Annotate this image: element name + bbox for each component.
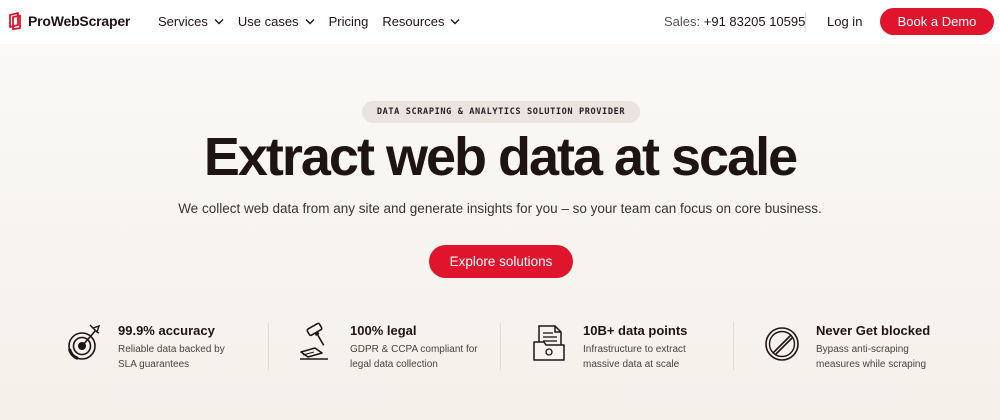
top-navbar: ProWebScraper Services Use cases Pricing… bbox=[0, 0, 1000, 44]
book-demo-button[interactable]: Book a Demo bbox=[880, 8, 994, 35]
feature-divider bbox=[733, 322, 734, 370]
feature-divider bbox=[268, 322, 269, 370]
gavel-icon bbox=[300, 322, 328, 360]
feature-data-points: 10B+ data points Infrastructure to extra… bbox=[531, 318, 731, 378]
logo-mark-icon bbox=[9, 12, 21, 30]
chevron-down-icon bbox=[450, 19, 460, 25]
feature-description: Bypass anti-scraping measures while scra… bbox=[816, 344, 927, 370]
logo[interactable]: ProWebScraper bbox=[8, 12, 130, 30]
nav-item-label: Use cases bbox=[237, 14, 299, 29]
chevron-down-icon bbox=[214, 19, 224, 25]
feature-title: 100% legal bbox=[350, 323, 417, 338]
sales-contact[interactable]: Sales: +91 83205 10595 bbox=[664, 14, 805, 29]
feature-description: Infrastructure to extract massive data a… bbox=[583, 344, 686, 370]
sales-label: Sales: bbox=[664, 14, 701, 29]
documents-folder-icon bbox=[533, 325, 565, 361]
main-menu: Services Use cases Pricing Resources bbox=[158, 14, 460, 29]
chevron-down-icon bbox=[305, 19, 315, 25]
nav-item-services[interactable]: Services bbox=[158, 14, 224, 29]
nav-divider bbox=[805, 12, 806, 32]
nav-item-resources[interactable]: Resources bbox=[382, 14, 460, 29]
feature-divider bbox=[500, 322, 501, 370]
nav-item-pricing[interactable]: Pricing bbox=[329, 14, 369, 29]
feature-description: GDPR & CCPA compliant for legal data col… bbox=[350, 344, 478, 370]
feature-title: 10B+ data points bbox=[583, 323, 688, 338]
nav-item-label: Resources bbox=[382, 14, 445, 29]
feature-legal: 100% legal GDPR & CCPA compliant for leg… bbox=[298, 318, 498, 378]
feature-never-blocked: Never Get blocked Bypass anti-scraping m… bbox=[764, 318, 964, 378]
brand-name: ProWebScraper bbox=[28, 13, 131, 29]
hero-title: Extract web data at scale bbox=[203, 127, 798, 187]
hero-eyebrow-badge: DATA SCRAPING & ANALYTICS SOLUTION PROVI… bbox=[362, 101, 640, 123]
hero-subtitle: We collect web data from any site and ge… bbox=[178, 201, 822, 216]
blocked-icon bbox=[765, 327, 799, 361]
feature-accuracy: 99.9% accuracy Reliable data backed by S… bbox=[66, 318, 266, 378]
nav-item-label: Pricing bbox=[328, 14, 369, 29]
nav-item-use-cases[interactable]: Use cases bbox=[238, 14, 315, 29]
feature-title: Never Get blocked bbox=[816, 323, 931, 338]
login-link[interactable]: Log in bbox=[827, 14, 862, 29]
sales-phone: +91 83205 10595 bbox=[703, 14, 806, 29]
features-strip: 99.9% accuracy Reliable data backed by S… bbox=[0, 318, 1000, 378]
explore-solutions-button[interactable]: Explore solutions bbox=[429, 245, 573, 278]
nav-item-label: Services bbox=[158, 14, 208, 29]
feature-description: Reliable data backed by SLA guarantees bbox=[118, 344, 225, 370]
target-icon bbox=[68, 324, 101, 360]
feature-title: 99.9% accuracy bbox=[118, 323, 215, 338]
